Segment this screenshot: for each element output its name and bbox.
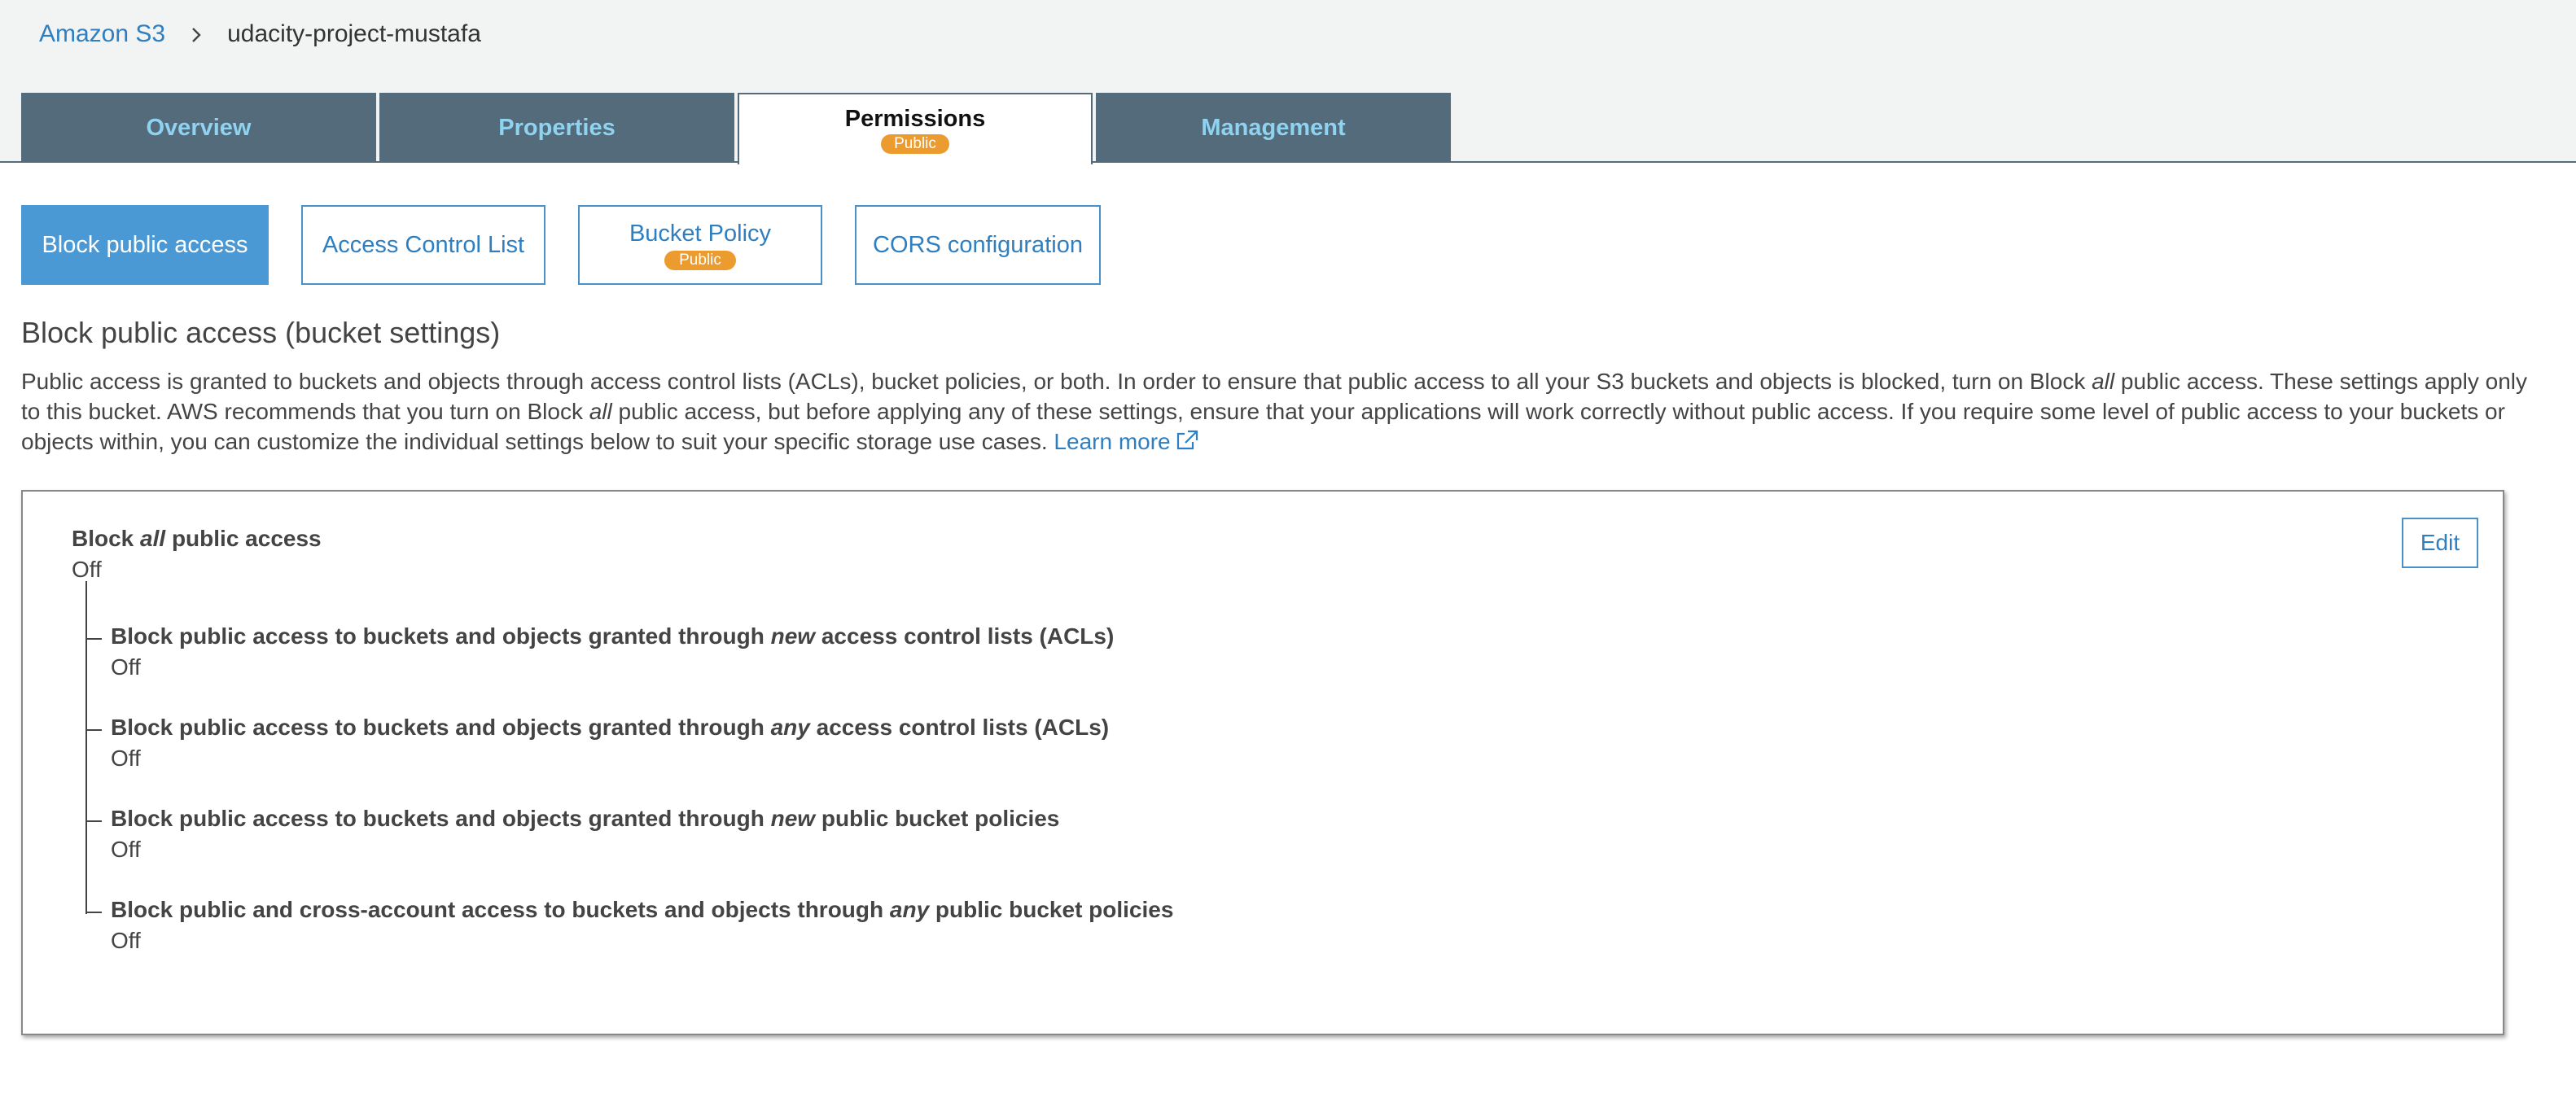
tab-properties[interactable]: Properties <box>379 93 734 163</box>
subtab-access-control-list[interactable]: Access Control List <box>301 205 545 285</box>
setting-new-acls: Block public access to buckets and objec… <box>87 623 1114 680</box>
block-public-access-panel: Edit Block all public access Off Block p… <box>21 490 2504 1035</box>
description-emphasis-1: all <box>2092 369 2115 394</box>
tab-overview[interactable]: Overview <box>21 93 376 163</box>
setting-any-acls: Block public access to buckets and objec… <box>87 715 1109 772</box>
breadcrumb-current-bucket: udacity-project-mustafa <box>227 20 481 47</box>
tree-branch <box>87 729 102 731</box>
tab-management[interactable]: Management <box>1096 93 1451 163</box>
tree-branch <box>87 820 102 822</box>
tab-permissions[interactable]: Permissions Public <box>738 93 1093 164</box>
setting-label-emphasis: new <box>770 623 816 649</box>
setting-label-text: Block public access to buckets and objec… <box>111 806 771 831</box>
learn-more-label: Learn more <box>1054 429 1171 454</box>
setting-label: Block public access to buckets and objec… <box>111 715 1109 741</box>
setting-label-text: public access <box>165 526 322 551</box>
setting-value: Off <box>72 557 102 582</box>
tree-branch <box>87 912 102 913</box>
subtab-access-control-list-label: Access Control List <box>322 231 525 258</box>
tab-overview-label: Overview <box>146 114 252 141</box>
setting-label-text: access control lists (ACLs) <box>815 623 1115 649</box>
subtab-block-public-access[interactable]: Block public access <box>21 205 269 285</box>
subtab-cors-configuration-label: CORS configuration <box>873 231 1083 258</box>
learn-more-link[interactable]: Learn more <box>1054 429 1198 454</box>
setting-label-text: public bucket policies <box>815 806 1060 831</box>
external-link-icon <box>1176 430 1198 450</box>
setting-label-text: public bucket policies <box>929 897 1174 922</box>
top-bar: Amazon S3 udacity-project-mustafa Overvi… <box>0 0 2576 164</box>
tab-permissions-public-badge: Public <box>881 133 949 154</box>
description-emphasis-2: all <box>589 399 612 424</box>
section-title: Block public access (bucket settings) <box>21 316 501 349</box>
setting-new-bucket-policies: Block public access to buckets and objec… <box>87 806 1059 863</box>
setting-label: Block public access to buckets and objec… <box>111 623 1114 649</box>
setting-label-emphasis: any <box>770 715 810 740</box>
breadcrumb: Amazon S3 udacity-project-mustafa <box>39 18 481 50</box>
setting-label-text: Block public access to buckets and objec… <box>111 623 771 649</box>
tab-properties-label: Properties <box>498 114 616 141</box>
setting-label: Block all public access <box>72 526 322 552</box>
subtab-bucket-policy[interactable]: Bucket Policy Public <box>578 205 822 285</box>
settings-tree-line <box>85 581 87 914</box>
permission-subtabs: Block public access Access Control List … <box>21 205 1133 285</box>
setting-value: Off <box>111 746 141 771</box>
setting-label-text: Block public and cross-account access to… <box>111 897 890 922</box>
subtab-cors-configuration[interactable]: CORS configuration <box>855 205 1101 285</box>
tab-permissions-label: Permissions <box>844 105 986 132</box>
description-text-1: Public access is granted to buckets and … <box>21 369 2092 394</box>
main-tabs: Overview Properties Permissions Public M… <box>21 93 1454 164</box>
setting-label-text: access control lists (ACLs) <box>809 715 1110 740</box>
subtab-bucket-policy-public-badge: Public <box>664 250 736 270</box>
block-all-public-access-setting: Block all public access Off <box>72 526 322 583</box>
setting-label-text: Block <box>72 526 141 551</box>
chevron-right-icon <box>165 20 227 48</box>
setting-value: Off <box>111 654 141 680</box>
subtab-bucket-policy-label: Bucket Policy <box>629 220 772 247</box>
setting-value: Off <box>111 837 141 862</box>
setting-label-text: Block public access to buckets and objec… <box>111 715 771 740</box>
setting-label-emphasis: new <box>770 806 816 831</box>
section-description: Public access is granted to buckets and … <box>21 366 2537 457</box>
setting-label: Block public access to buckets and objec… <box>111 806 1059 832</box>
setting-value: Off <box>111 928 141 953</box>
edit-button[interactable]: Edit <box>2402 518 2478 568</box>
tab-management-label: Management <box>1201 114 1346 141</box>
setting-label-emphasis: all <box>140 526 166 551</box>
tree-branch <box>87 638 102 640</box>
subtab-block-public-access-label: Block public access <box>42 231 248 258</box>
setting-label-emphasis: any <box>889 897 930 922</box>
breadcrumb-amazon-s3-link[interactable]: Amazon S3 <box>39 20 165 48</box>
setting-label: Block public and cross-account access to… <box>111 897 1173 923</box>
setting-any-bucket-policies: Block public and cross-account access to… <box>87 897 1173 954</box>
